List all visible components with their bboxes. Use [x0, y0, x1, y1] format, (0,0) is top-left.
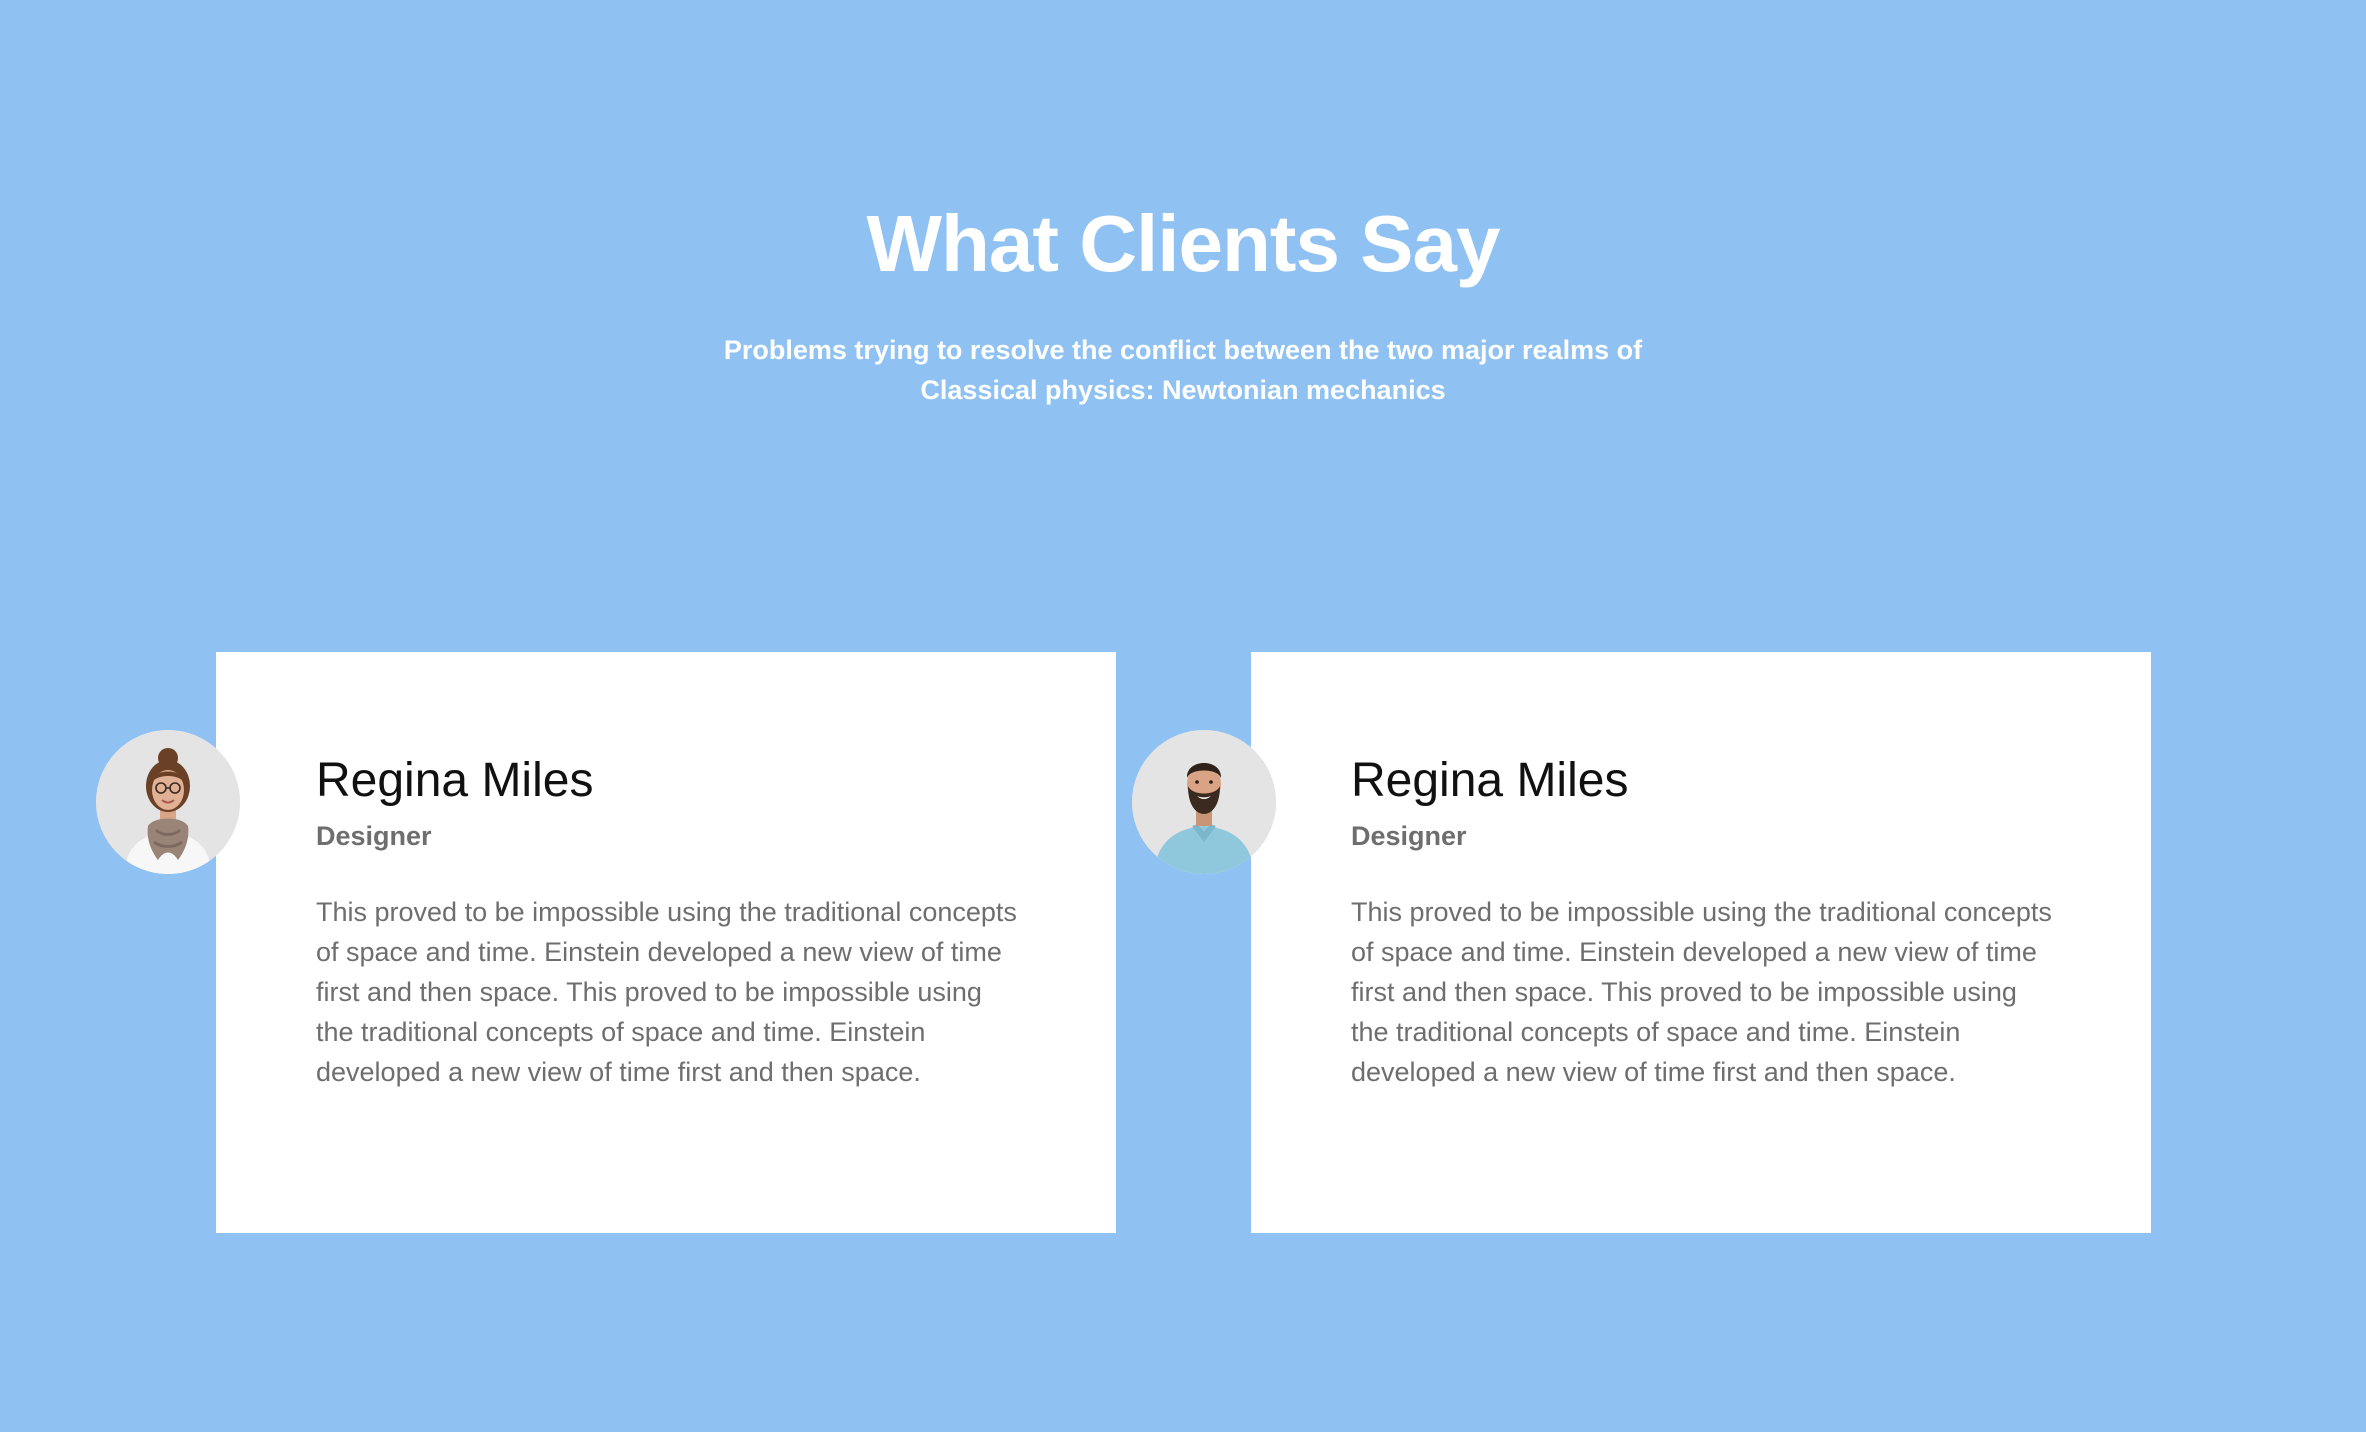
- avatar: [96, 730, 240, 874]
- client-name: Regina Miles: [316, 754, 594, 807]
- avatar: [1132, 730, 1276, 874]
- section-subtitle: Problems trying to resolve the conflict …: [683, 330, 1683, 410]
- woman-portrait-icon: [96, 730, 240, 874]
- testimonial-card: Regina Miles Designer This proved to be …: [1251, 652, 2151, 1233]
- subtitle-line-2: Classical physics: Newtonian mechanics: [920, 375, 1446, 405]
- testimonial-text: This proved to be impossible using the t…: [316, 897, 1017, 1087]
- section-title: What Clients Say: [866, 199, 1500, 288]
- testimonial-text: This proved to be impossible using the t…: [1351, 897, 2052, 1087]
- client-role: Designer: [316, 821, 432, 851]
- client-role: Designer: [1351, 821, 1467, 851]
- client-name: Regina Miles: [1351, 754, 1629, 807]
- subtitle-line-1: Problems trying to resolve the conflict …: [723, 335, 1643, 365]
- man-portrait-icon: [1132, 730, 1276, 874]
- testimonial-card: Regina Miles Designer This proved to be …: [216, 652, 1116, 1233]
